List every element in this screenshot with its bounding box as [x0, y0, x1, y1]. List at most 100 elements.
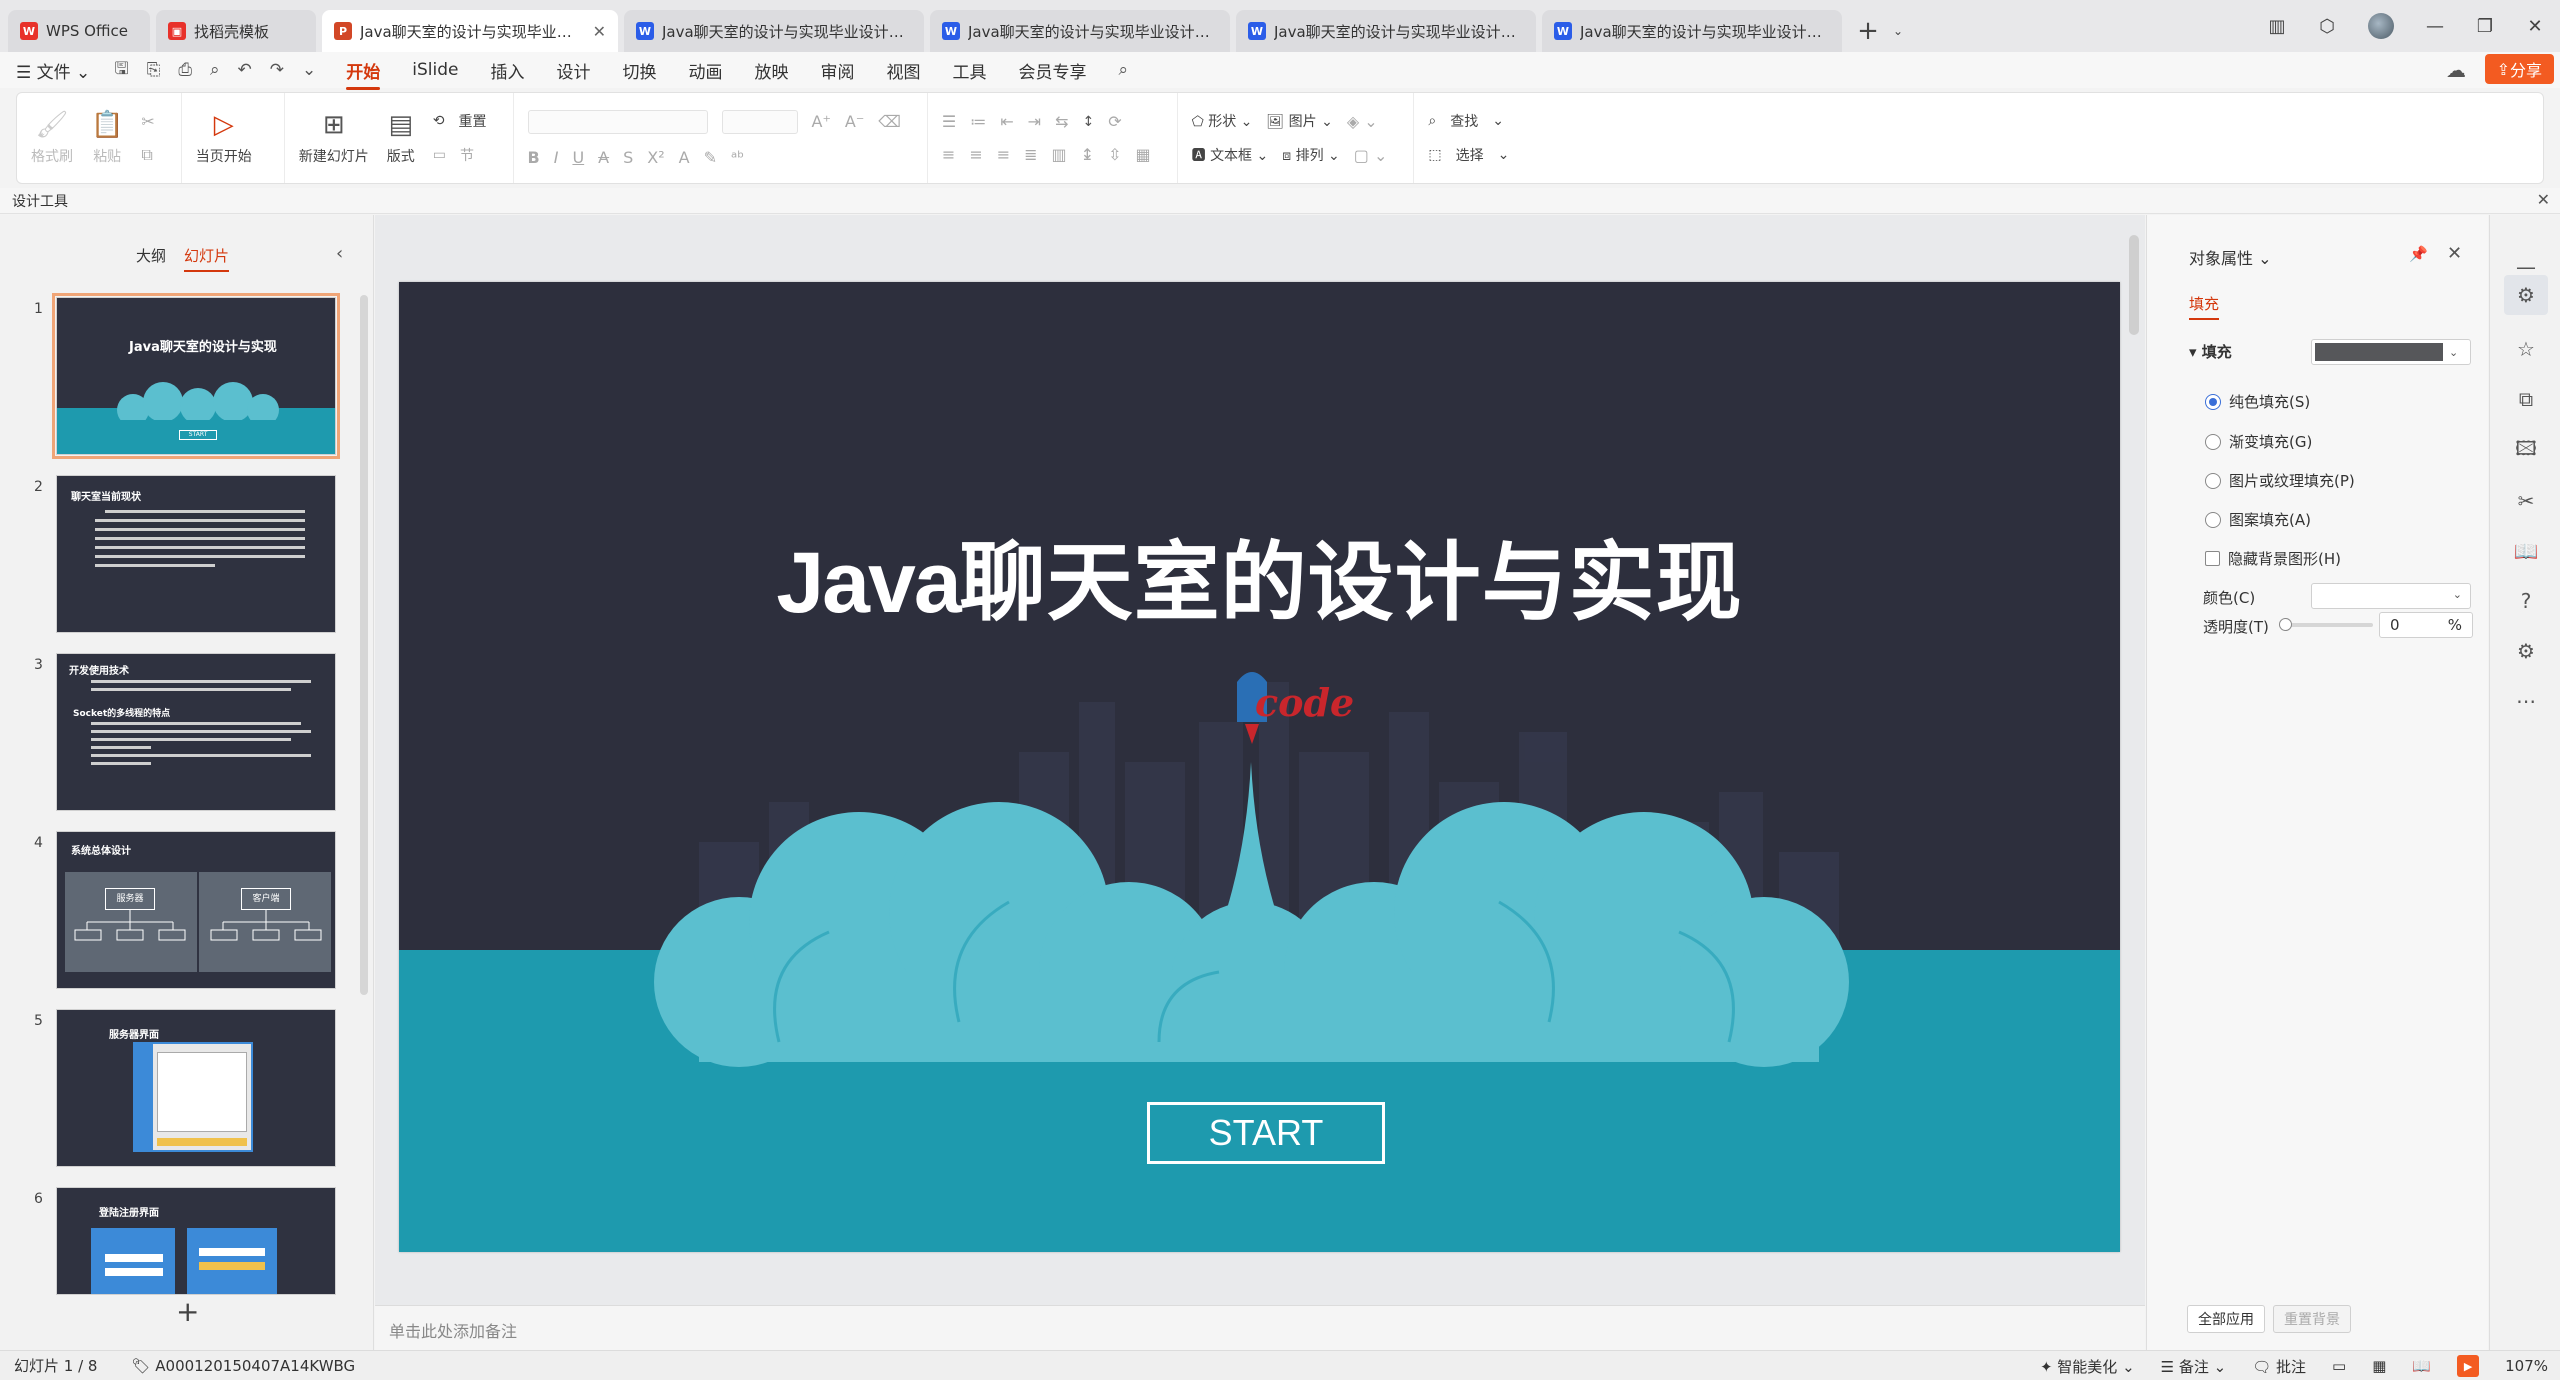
columns-icon[interactable]: ▥: [1052, 145, 1067, 164]
paste-button[interactable]: 📋 粘贴: [91, 110, 123, 166]
pattern-fill-option[interactable]: 图案填充(A): [2205, 509, 2311, 530]
smart-beautify-button[interactable]: ✦ 智能美化 ⌄: [2040, 1356, 2135, 1377]
reset-background-button[interactable]: 重置背景: [2273, 1305, 2351, 1333]
cut-icon[interactable]: ✂: [141, 112, 154, 131]
print-icon[interactable]: ⎙: [178, 60, 192, 80]
layout-icon[interactable]: ▥: [2252, 16, 2302, 37]
properties-icon[interactable]: ⚙: [2504, 275, 2548, 315]
start-from-current-button[interactable]: ▷ 当页开始: [196, 110, 252, 166]
close-icon[interactable]: ✕: [2447, 243, 2462, 264]
highlight-icon[interactable]: ✎: [704, 148, 717, 167]
outline-icon[interactable]: ▢ ⌄: [1354, 146, 1388, 165]
color-select[interactable]: ⌄: [2311, 583, 2471, 609]
save-icon[interactable]: 🖫: [114, 56, 128, 85]
menu-home[interactable]: 开始: [346, 58, 381, 90]
notes-area[interactable]: 单击此处添加备注: [375, 1305, 2145, 1350]
window-close-icon[interactable]: ✕: [2510, 16, 2560, 37]
tools-icon[interactable]: ✂: [2512, 487, 2540, 515]
numbered-list-icon[interactable]: ≔: [970, 112, 986, 131]
help-icon[interactable]: ?: [2512, 587, 2540, 615]
tab-word-task[interactable]: W Java聊天室的设计与实现毕业设计任务: [1236, 10, 1536, 52]
align-left-icon[interactable]: ≡: [942, 145, 955, 164]
search-icon[interactable]: ⌕: [1119, 60, 1129, 80]
cube-icon[interactable]: ⬡: [2302, 16, 2352, 37]
image-edit-icon[interactable]: 🖾: [2512, 436, 2540, 465]
superscript-icon[interactable]: X²: [647, 148, 664, 167]
strikethrough-icon[interactable]: A: [598, 148, 609, 167]
new-slide-button[interactable]: ⊞ 新建幻灯片: [299, 110, 369, 166]
copy-icon[interactable]: ⧉: [141, 145, 152, 165]
vertical-align-icon[interactable]: ⇳: [1108, 145, 1121, 164]
apply-all-button[interactable]: 全部应用: [2187, 1305, 2265, 1333]
align-center-icon[interactable]: ≡: [969, 145, 982, 164]
align-right-icon[interactable]: ≡: [997, 145, 1010, 164]
normal-view-icon[interactable]: ▭: [2332, 1357, 2346, 1375]
arrange-button[interactable]: ⧈ 排列 ⌄: [1282, 145, 1340, 165]
menu-member[interactable]: 会员专享: [1019, 58, 1087, 83]
tab-docer-templates[interactable]: ▣ 找稻壳模板: [156, 10, 316, 52]
slide-thumbnail-4[interactable]: 系统总体设计 服务器 客户端: [56, 831, 336, 989]
font-color-icon[interactable]: A: [679, 148, 690, 167]
slide-1[interactable]: Java聊天室的设计与实现 code START: [399, 282, 2120, 1252]
document-id[interactable]: 🏷 A000120150407A14KWBG: [131, 1357, 355, 1375]
convert-icon[interactable]: ⟳: [1108, 112, 1121, 131]
tab-word-midterm[interactable]: W Java聊天室的设计与实现毕业设计中期: [1542, 10, 1842, 52]
shrink-font-icon[interactable]: A⁻: [845, 112, 864, 131]
pin-icon[interactable]: 📌: [2409, 245, 2428, 263]
layout-button[interactable]: ▤ 版式: [387, 110, 415, 166]
tab-fill[interactable]: 填充: [2189, 293, 2220, 320]
find-button[interactable]: ⌕ 查找 ⌄: [1428, 111, 1509, 131]
menu-transition[interactable]: 切换: [623, 58, 657, 83]
menu-design[interactable]: 设计: [557, 58, 591, 83]
slide-thumbnail-1[interactable]: Java聊天室的设计与实现 START: [52, 293, 340, 459]
font-size-select[interactable]: [721, 109, 798, 134]
zoom-level[interactable]: 107%: [2505, 1357, 2548, 1375]
menu-insert[interactable]: 插入: [491, 58, 525, 83]
slide-thumbnail-2[interactable]: 聊天室当前现状: [56, 475, 336, 633]
sort-icon[interactable]: ↕: [1082, 114, 1094, 130]
select-button[interactable]: ⬚ 选择 ⌄: [1428, 145, 1509, 165]
slider-knob[interactable]: [2279, 618, 2292, 631]
char-spacing-icon[interactable]: ᵃᵇ: [731, 148, 744, 167]
book-icon[interactable]: 📖: [2512, 537, 2540, 565]
menu-slideshow[interactable]: 放映: [755, 58, 789, 83]
italic-icon[interactable]: I: [554, 148, 559, 167]
more-icon[interactable]: ⋯: [2512, 687, 2540, 715]
properties-title[interactable]: 对象属性 ⌄: [2189, 245, 2272, 269]
menu-islide[interactable]: iSlide: [412, 60, 458, 80]
copy-style-icon[interactable]: ⧉: [2512, 385, 2540, 413]
text-direction-icon[interactable]: ⇆: [1055, 112, 1068, 131]
collapse-panel-icon[interactable]: ‹: [336, 243, 343, 264]
gradient-fill-option[interactable]: 渐变填充(G): [2205, 431, 2312, 452]
smart-art-icon[interactable]: ▦: [1135, 145, 1150, 164]
tab-wps-office[interactable]: W WPS Office: [8, 10, 150, 52]
tab-outline[interactable]: 大纲: [136, 245, 166, 266]
restore-icon[interactable]: ❐: [2460, 16, 2510, 37]
share-button[interactable]: ⇪ 分享: [2484, 54, 2554, 84]
fill-color-select[interactable]: ⌄: [2311, 339, 2471, 365]
minimize-icon[interactable]: —: [2410, 16, 2460, 37]
menu-animation[interactable]: 动画: [689, 58, 723, 83]
tab-ppt-active[interactable]: P Java聊天室的设计与实现毕业设计 ✕: [322, 10, 618, 52]
tab-word-thesis[interactable]: W Java聊天室的设计与实现毕业设计论文: [930, 10, 1230, 52]
grid-view-icon[interactable]: ▦: [2372, 1357, 2386, 1375]
export-icon[interactable]: ⎘: [147, 60, 161, 80]
comments-button[interactable]: 🗨 批注: [2252, 1356, 2306, 1377]
shadow-icon[interactable]: S: [623, 148, 633, 167]
gear-icon[interactable]: ⚙: [2512, 637, 2540, 665]
close-icon[interactable]: ✕: [593, 22, 606, 41]
increase-indent-icon[interactable]: ⇥: [1028, 112, 1041, 131]
menu-tools[interactable]: 工具: [953, 58, 987, 83]
add-slide-icon[interactable]: +: [176, 1295, 199, 1328]
reading-view-icon[interactable]: 📖: [2412, 1357, 2431, 1375]
redo-icon[interactable]: ↷: [270, 60, 284, 80]
section-button[interactable]: ▭ 节: [433, 145, 487, 165]
textbox-button[interactable]: 🅰 文本框 ⌄: [1192, 145, 1269, 165]
file-menu[interactable]: ☰ 文件 ⌄: [16, 58, 90, 83]
thumbnail-scrollbar[interactable]: [360, 295, 368, 995]
format-painter-button[interactable]: 🖌 格式刷: [31, 110, 73, 166]
menu-review[interactable]: 审阅: [821, 58, 855, 83]
notes-button[interactable]: ☰ 备注 ⌄: [2161, 1356, 2227, 1377]
underline-icon[interactable]: U: [572, 148, 584, 167]
slide-thumbnail-5[interactable]: 服务器界面: [56, 1009, 336, 1167]
